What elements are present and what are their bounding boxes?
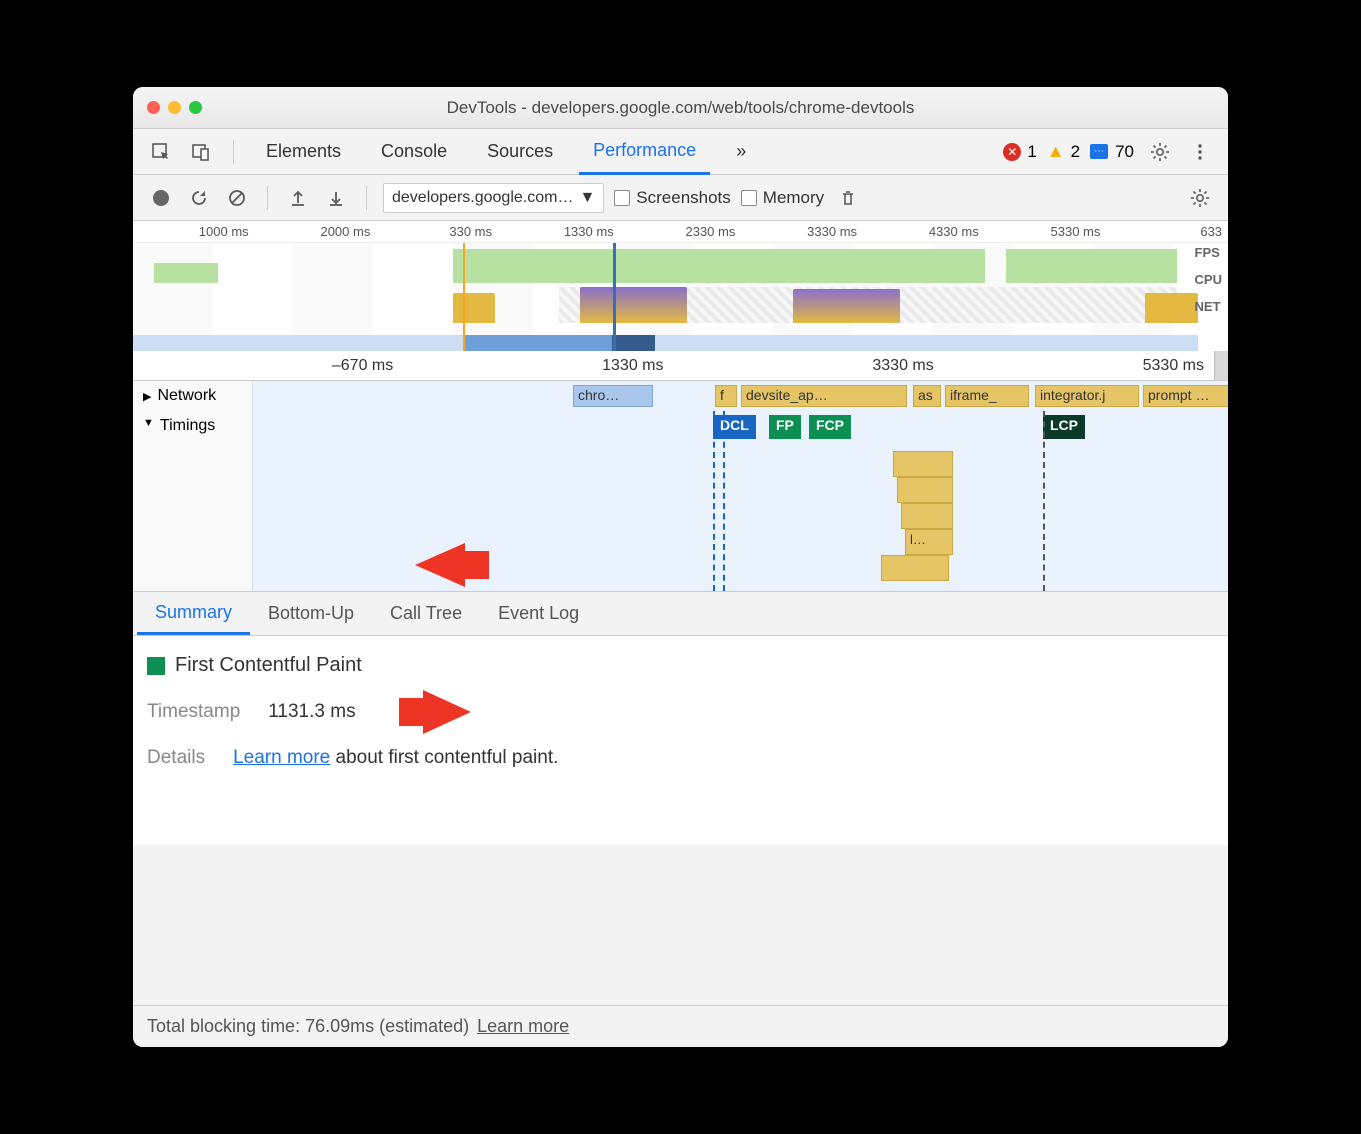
marker-line xyxy=(1043,411,1045,591)
warning-icon: ▲ xyxy=(1047,141,1065,162)
overview-ruler: 1000 ms 2000 ms 330 ms 1330 ms 2330 ms 3… xyxy=(133,221,1228,243)
network-request[interactable]: integrator.j xyxy=(1035,385,1139,407)
timestamp-value: 1131.3 ms xyxy=(268,701,355,723)
zoom-window-button[interactable] xyxy=(189,101,202,114)
collapse-icon[interactable]: ▼ xyxy=(143,417,154,429)
devtools-tabs-row: Elements Console Sources Performance » ✕… xyxy=(133,129,1228,175)
detail-tabs: Summary Bottom-Up Call Tree Event Log xyxy=(133,592,1228,636)
error-icon: ✕ xyxy=(1003,143,1021,161)
tab-bottom-up[interactable]: Bottom-Up xyxy=(250,592,372,635)
network-request[interactable]: prompt … xyxy=(1143,385,1228,407)
fp-marker[interactable]: FP xyxy=(769,415,801,439)
tab-call-tree[interactable]: Call Tree xyxy=(372,592,480,635)
clear-button[interactable] xyxy=(223,184,251,212)
marker-line xyxy=(463,243,465,351)
flamechart-tracks[interactable]: ▶Network chro…fdevsite_ap…asiframe_integ… xyxy=(133,381,1228,592)
error-count: 1 xyxy=(1027,142,1036,162)
fcp-marker[interactable]: FCP xyxy=(809,415,851,439)
dcl-marker[interactable]: DCL xyxy=(713,415,756,439)
viewport-handle[interactable] xyxy=(613,243,616,351)
expand-icon[interactable]: ▶ xyxy=(143,390,151,403)
details-text: Learn more about first contentful paint. xyxy=(233,747,558,769)
tab-event-log[interactable]: Event Log xyxy=(480,592,597,635)
console-status[interactable]: ✕ 1 ▲ 2 ⋯ 70 xyxy=(1003,141,1134,162)
flamechart-ruler: –670 ms 1330 ms 3330 ms 5330 ms xyxy=(133,351,1228,381)
recording-selector[interactable]: developers.google.com… ▼ xyxy=(383,183,604,213)
net-label: NET xyxy=(1195,299,1222,314)
timestamp-label: Timestamp xyxy=(147,701,240,723)
titlebar: DevTools - developers.google.com/web/too… xyxy=(133,87,1228,129)
tabs-overflow-button[interactable]: » xyxy=(722,129,760,175)
timings-track[interactable]: ▼Timings DCL FP FCP LCP l… xyxy=(133,411,1228,591)
message-icon: ⋯ xyxy=(1090,144,1108,159)
long-task[interactable] xyxy=(893,451,953,477)
tab-console[interactable]: Console xyxy=(367,129,461,175)
screenshots-checkbox[interactable]: Screenshots xyxy=(614,188,731,208)
window-title: DevTools - developers.google.com/web/too… xyxy=(133,98,1228,118)
save-profile-button[interactable] xyxy=(322,184,350,212)
network-request[interactable]: as xyxy=(913,385,941,407)
network-request[interactable]: devsite_ap… xyxy=(741,385,907,407)
divider xyxy=(366,186,367,210)
total-blocking-time: Total blocking time: 76.09ms (estimated) xyxy=(147,1016,469,1037)
marker-line xyxy=(713,411,715,591)
net-chart xyxy=(133,335,1198,351)
tab-sources[interactable]: Sources xyxy=(473,129,567,175)
network-track[interactable]: ▶Network chro…fdevsite_ap…asiframe_integ… xyxy=(133,381,1228,411)
tab-performance[interactable]: Performance xyxy=(579,129,710,175)
fps-chart xyxy=(133,243,1198,283)
reload-button[interactable] xyxy=(185,184,213,212)
close-window-button[interactable] xyxy=(147,101,160,114)
message-count: 70 xyxy=(1115,142,1134,162)
status-footer: Total blocking time: 76.09ms (estimated)… xyxy=(133,1005,1228,1047)
network-request[interactable]: f xyxy=(715,385,737,407)
network-request[interactable]: chro… xyxy=(573,385,653,407)
minimize-window-button[interactable] xyxy=(168,101,181,114)
tab-elements[interactable]: Elements xyxy=(252,129,355,175)
lcp-marker[interactable]: LCP xyxy=(1043,415,1085,439)
traffic-lights xyxy=(147,101,202,114)
scrollbar-vertical[interactable] xyxy=(1214,351,1228,380)
settings-icon[interactable] xyxy=(1146,138,1174,166)
network-request[interactable]: iframe_ xyxy=(945,385,1029,407)
record-button[interactable] xyxy=(147,184,175,212)
summary-panel: First Contentful Paint Timestamp 1131.3 … xyxy=(133,636,1228,845)
learn-more-link[interactable]: Learn more xyxy=(233,747,330,768)
details-label: Details xyxy=(147,747,205,769)
event-title: First Contentful Paint xyxy=(175,654,362,677)
devtools-window: DevTools - developers.google.com/web/too… xyxy=(133,87,1228,1047)
long-task[interactable] xyxy=(881,555,949,581)
annotation-arrow-icon xyxy=(415,543,465,587)
tab-summary[interactable]: Summary xyxy=(137,592,250,635)
marker-line xyxy=(723,411,725,591)
cpu-label: CPU xyxy=(1195,272,1222,287)
annotation-arrow-icon xyxy=(423,690,471,734)
warning-count: 2 xyxy=(1071,142,1080,162)
capture-settings-icon[interactable] xyxy=(1186,184,1214,212)
garbage-collect-icon[interactable] xyxy=(834,184,862,212)
tbt-learn-more-link[interactable]: Learn more xyxy=(477,1016,569,1037)
divider xyxy=(267,186,268,210)
divider xyxy=(233,140,234,164)
more-icon[interactable] xyxy=(1186,138,1214,166)
long-task[interactable]: l… xyxy=(905,529,953,555)
timeline-overview[interactable]: 1000 ms 2000 ms 330 ms 1330 ms 2330 ms 3… xyxy=(133,221,1228,351)
load-profile-button[interactable] xyxy=(284,184,312,212)
inspect-element-icon[interactable] xyxy=(147,138,175,166)
long-task[interactable] xyxy=(901,503,953,529)
fps-label: FPS xyxy=(1195,245,1222,260)
fcp-swatch-icon xyxy=(147,657,165,675)
cpu-chart xyxy=(133,287,1198,323)
empty-panel xyxy=(133,845,1228,1005)
performance-toolbar: developers.google.com… ▼ Screenshots Mem… xyxy=(133,175,1228,221)
device-toolbar-icon[interactable] xyxy=(187,138,215,166)
memory-checkbox[interactable]: Memory xyxy=(741,188,824,208)
long-task[interactable] xyxy=(897,477,953,503)
